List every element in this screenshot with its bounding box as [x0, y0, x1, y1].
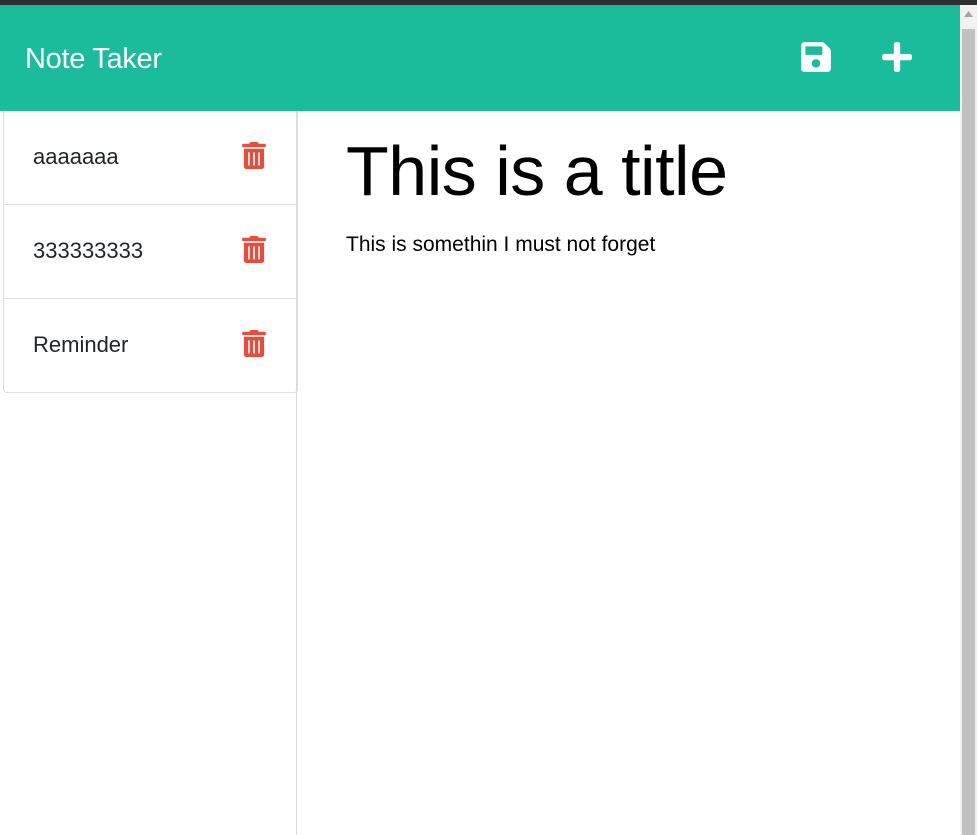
trash-icon: [242, 141, 266, 169]
note-list-item[interactable]: aaaaaaa: [4, 111, 297, 204]
save-icon: [801, 42, 831, 72]
plus-icon: [882, 42, 912, 72]
note-list-item-title[interactable]: aaaaaaa: [33, 143, 119, 171]
notes-sidebar: aaaaaaa 333333333 Reminder: [0, 111, 298, 835]
note-editor: This is a title This is somethin I must …: [297, 111, 960, 835]
navbar: Note Taker: [0, 5, 960, 111]
delete-note-button[interactable]: [240, 327, 268, 359]
delete-note-button[interactable]: [240, 139, 268, 171]
scrollbar-thumb[interactable]: [962, 29, 975, 835]
vertical-scrollbar[interactable]: [960, 5, 977, 835]
note-list-item[interactable]: Reminder: [4, 298, 297, 392]
scroll-up-button[interactable]: [960, 5, 977, 22]
note-body-textarea[interactable]: This is somethin I must not forget: [346, 231, 655, 259]
delete-note-button[interactable]: [240, 233, 268, 265]
scroll-up-arrow-icon: [964, 10, 973, 17]
note-list: aaaaaaa 333333333 Reminder: [3, 111, 298, 393]
app-title: Note Taker: [25, 43, 162, 75]
note-list-item-title[interactable]: Reminder: [33, 331, 128, 359]
trash-icon: [242, 235, 266, 263]
trash-icon: [242, 329, 266, 357]
new-note-button[interactable]: [875, 35, 919, 79]
note-title-input[interactable]: This is a title: [346, 131, 728, 211]
note-list-item[interactable]: 333333333: [4, 204, 297, 298]
save-note-button[interactable]: [794, 35, 838, 79]
note-list-item-title[interactable]: 333333333: [33, 237, 143, 265]
